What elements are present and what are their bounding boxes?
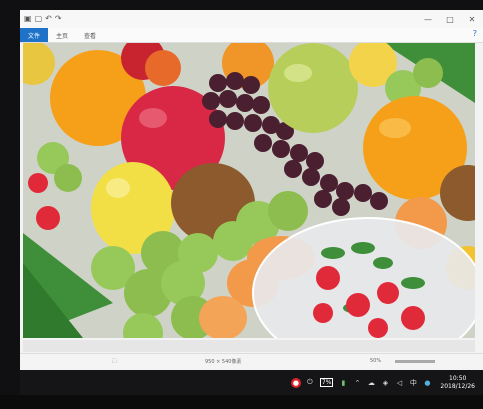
tab-view[interactable]: 查看 (76, 28, 104, 42)
window-controls: — □ ✕ (417, 10, 483, 28)
help-icon[interactable]: ? (473, 29, 477, 38)
battery-icon: ▮ (341, 378, 346, 387)
app-icon: ▣ (24, 14, 32, 23)
save-icon[interactable]: ▢ (35, 15, 43, 23)
clock-date: 2018/12/26 (440, 382, 475, 390)
ribbon-tabs: 文件 主页 查看 ? (20, 28, 483, 43)
chevron-up-icon[interactable]: ⌃ (352, 378, 362, 388)
tab-home[interactable]: 主页 (48, 28, 76, 42)
record-icon[interactable]: ● (290, 377, 301, 388)
status-bar: ⬚ 950 × 540像素 50% (20, 353, 483, 368)
taskbar: ● ⏻ 7% ▮ ⌃ ☁ ◈ ◁ 中 ● 10:50 2018/12/26 (20, 370, 483, 395)
input-icon[interactable]: 中 (408, 378, 418, 388)
undo-icon[interactable]: ↶ (45, 15, 52, 23)
clock-time: 10:50 (449, 374, 467, 382)
quick-access-toolbar: ▣ ▢ ↶ ↷ (20, 15, 62, 23)
cloud-icon[interactable]: ☁ (366, 378, 376, 388)
volume-icon[interactable]: ◁ (394, 378, 404, 388)
monitor-base (0, 395, 483, 409)
image-dimensions: 950 × 540像素 (205, 358, 242, 365)
zoom-slider[interactable] (395, 359, 435, 363)
fruit-photo (23, 43, 475, 338)
power-icon[interactable]: ⏻ (305, 378, 315, 388)
battery-indicator[interactable]: 7% (319, 378, 334, 387)
tab-file[interactable]: 文件 (20, 28, 49, 42)
redo-icon[interactable]: ↷ (55, 15, 62, 23)
horizontal-scrollbar[interactable] (23, 340, 475, 352)
network-icon[interactable]: ◈ (380, 378, 390, 388)
image-canvas[interactable] (23, 43, 475, 338)
zoom-level: 50% (370, 358, 382, 364)
close-icon[interactable]: ✕ (461, 10, 483, 28)
selection-icon: ⬚ (112, 358, 117, 364)
minimize-icon[interactable]: — (417, 10, 439, 28)
clock[interactable]: 10:50 2018/12/26 (440, 375, 475, 391)
title-bar: ▣ ▢ ↶ ↷ — □ ✕ (20, 10, 483, 28)
maximize-icon[interactable]: □ (439, 10, 461, 28)
screen: ▣ ▢ ↶ ↷ — □ ✕ 文件 主页 查看 ? ⬚ 950 × 540像素 5… (20, 10, 483, 395)
notification-icon[interactable]: ● (422, 378, 432, 388)
